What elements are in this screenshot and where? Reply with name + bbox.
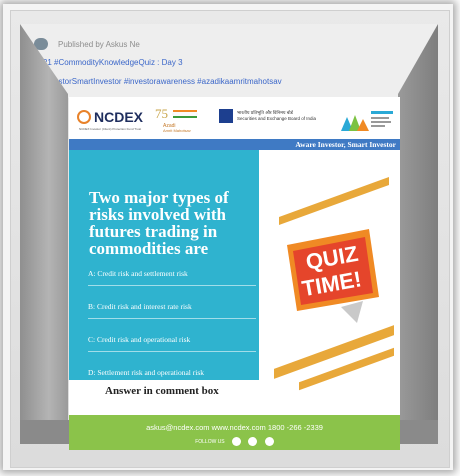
option-d: D: Settlement risk and operational risk (88, 368, 205, 377)
follow-us-label: FOLLOW US (195, 438, 225, 445)
post-hashtag-line-1[interactable]: w/2021 #CommodityKnowledgeQuiz : Day 3 (26, 58, 183, 67)
option-divider (88, 318, 256, 319)
logo-bar: NCDEX NCDEX Investor (Client) Protection… (69, 97, 400, 139)
frame-right-bevel (398, 24, 438, 444)
option-b: B: Credit risk and interest rate risk (88, 302, 192, 311)
iepf-logo-icon (341, 111, 393, 131)
ncdex-subtitle: NCDEX Investor (Client) Protection Fund … (79, 127, 142, 131)
social-icon[interactable] (248, 437, 258, 446)
slogan-text: Aware Investor, Smart Investor (295, 140, 396, 149)
sebi-logo: भारतीय प्रतिभूति और विनिमय बोर्ड Securit… (219, 109, 316, 123)
post-hashtag-line-2[interactable]: wareInvestorSmartInvestor #investoraware… (26, 77, 282, 86)
azadi-logo-icon: 75 Azadi Amrit Mahotsav (155, 106, 198, 133)
question-panel (69, 150, 259, 380)
social-icon[interactable] (232, 437, 242, 446)
quiz-poster: NCDEX NCDEX Investor (Client) Protection… (69, 97, 400, 450)
post-meta-text: Published by Askus Ne (58, 40, 140, 49)
option-divider (88, 351, 256, 352)
svg-text:75: 75 (155, 106, 168, 121)
ncdex-logo-text: NCDEX (94, 109, 144, 125)
sebi-logo-icon (219, 109, 233, 123)
ncdex-logo: NCDEX (77, 109, 143, 125)
slogan-banner: Aware Investor, Smart Investor (69, 139, 400, 150)
answer-prompt: Answer in comment box (105, 385, 219, 397)
frame-left-bevel (20, 24, 68, 444)
svg-text:Amrit Mahotsav: Amrit Mahotsav (163, 128, 191, 133)
footer-contact-text: askus@ncdex.com www.ncdex.com 1800 -266 … (146, 423, 323, 432)
sebi-name-english: Securities and Exchange Board of India (237, 116, 317, 121)
question-text: Two major types of risks involved with f… (89, 188, 229, 258)
social-icon[interactable] (264, 437, 274, 446)
option-divider (88, 285, 256, 286)
option-c: C: Credit risk and operational risk (88, 335, 191, 344)
quiz-time-badge: QUIZ TIME! (287, 229, 379, 323)
option-a: A: Credit risk and settlement risk (88, 269, 188, 278)
footer-follow: FOLLOW US (69, 437, 400, 446)
ncdex-logo-icon (77, 110, 91, 124)
